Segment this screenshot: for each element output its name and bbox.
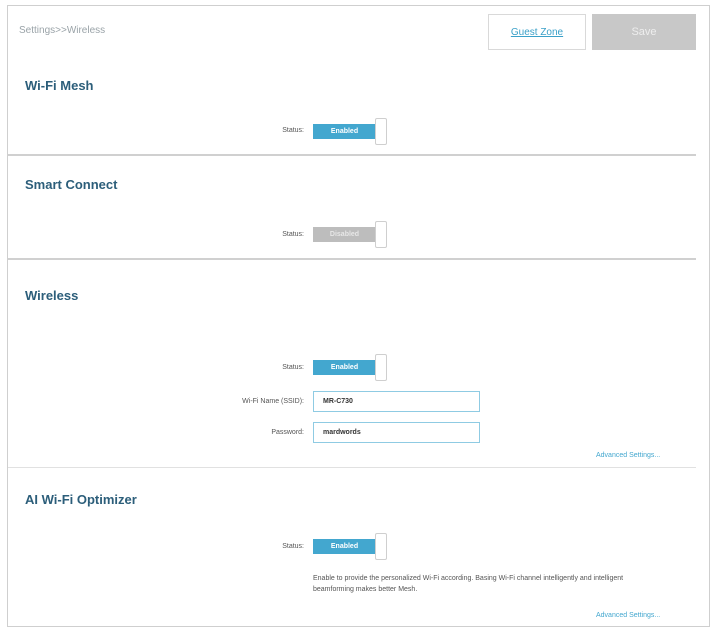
ai-optimizer-status-value: Enabled: [313, 539, 376, 554]
ai-optimizer-title: AI Wi-Fi Optimizer: [25, 492, 137, 507]
wifi-mesh-title: Wi-Fi Mesh: [25, 78, 94, 93]
ai-optimizer-toggle[interactable]: Enabled: [313, 533, 389, 561]
wifi-mesh-toggle[interactable]: Enabled: [313, 118, 389, 146]
wifi-mesh-status-label: Status:: [282, 127, 304, 134]
toggle-knob[interactable]: [375, 118, 387, 145]
breadcrumb: Settings>>Wireless: [19, 25, 106, 36]
toggle-knob[interactable]: [375, 354, 387, 381]
save-button[interactable]: Save: [592, 14, 696, 50]
smart-connect-title: Smart Connect: [25, 177, 118, 192]
section-divider: [8, 258, 696, 260]
guest-zone-button[interactable]: Guest Zone: [488, 14, 586, 50]
ai-optimizer-status-label: Status:: [282, 543, 304, 550]
toggle-knob[interactable]: [375, 221, 387, 248]
ssid-label: Wi-Fi Name (SSID):: [242, 398, 304, 405]
ai-optimizer-advanced-settings-link[interactable]: Advanced Settings...: [596, 612, 660, 619]
wireless-advanced-settings-link[interactable]: Advanced Settings...: [596, 452, 660, 459]
wireless-status-value: Enabled: [313, 360, 376, 375]
smart-connect-status-value: Disabled: [313, 227, 376, 242]
wireless-toggle[interactable]: Enabled: [313, 354, 389, 382]
wireless-title: Wireless: [25, 288, 79, 303]
wireless-status-label: Status:: [282, 364, 304, 371]
ssid-field[interactable]: MR-C730: [313, 391, 480, 412]
password-field[interactable]: mardwords: [313, 422, 480, 443]
smart-connect-toggle[interactable]: Disabled: [313, 221, 389, 249]
wifi-mesh-status-value: Enabled: [313, 124, 376, 139]
password-label: Password:: [271, 429, 304, 436]
smart-connect-status-label: Status:: [282, 231, 304, 238]
section-divider: [8, 154, 696, 156]
section-divider: [8, 467, 696, 468]
toggle-knob[interactable]: [375, 533, 387, 560]
ai-optimizer-description: Enable to provide the personalized Wi-Fi…: [313, 575, 624, 593]
